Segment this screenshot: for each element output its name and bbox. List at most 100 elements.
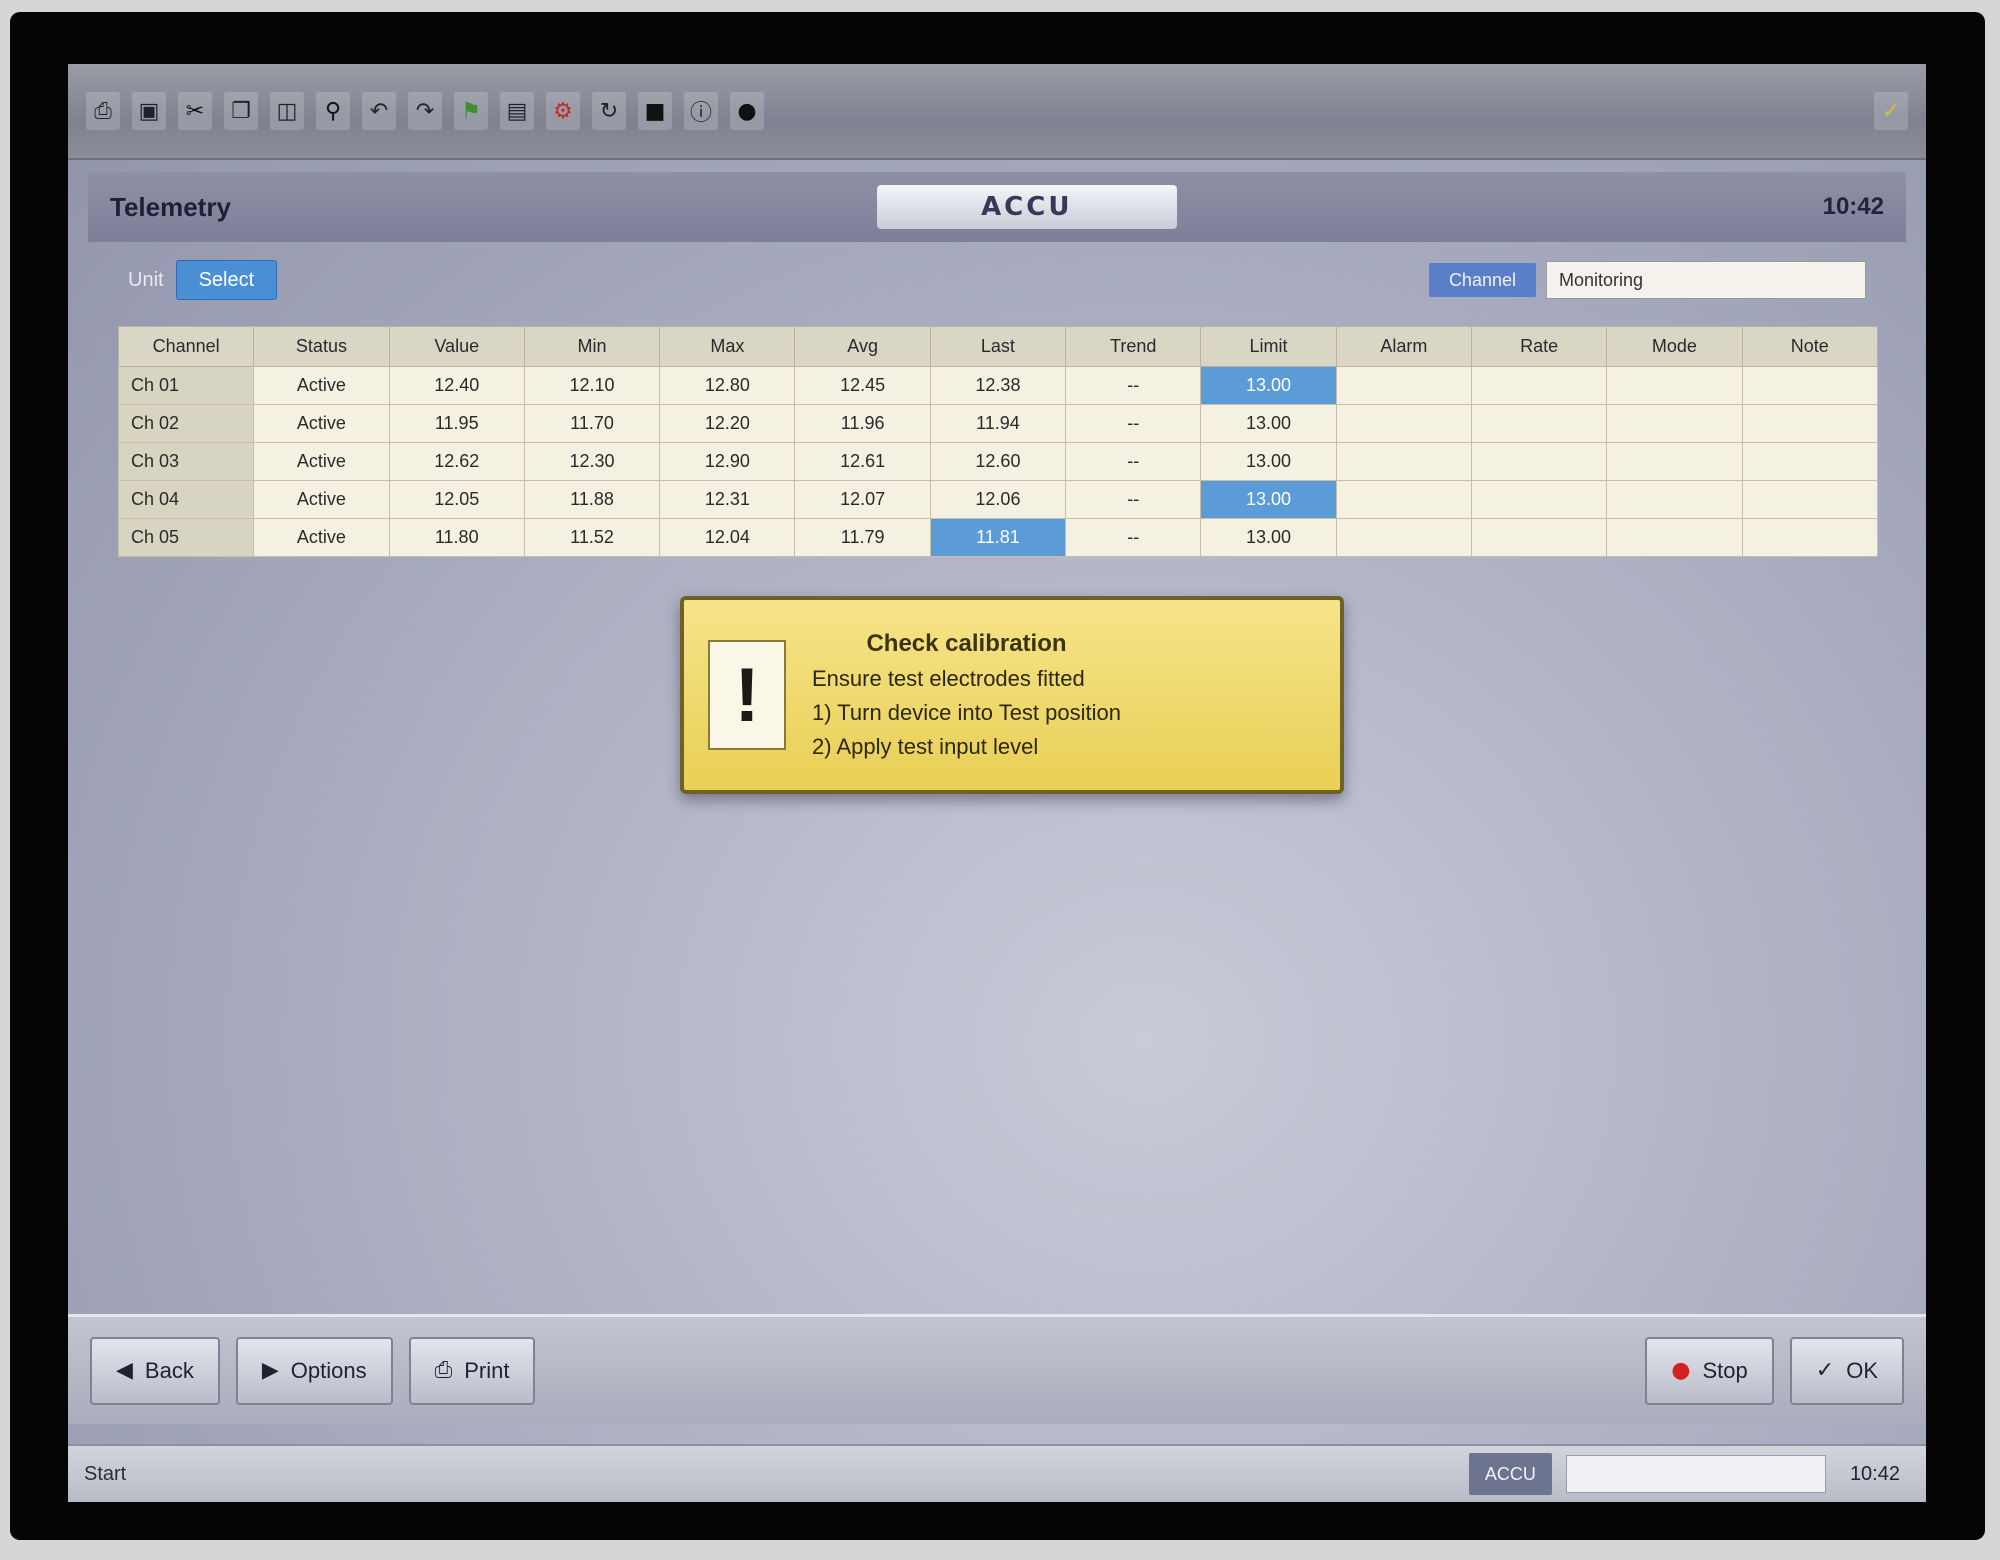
grid-cell[interactable]: Ch 02 [117,404,255,443]
grid-column-header[interactable]: Last [929,326,1067,367]
copy-icon[interactable]: ❐ [224,92,258,130]
undo-icon[interactable]: ↶ [362,92,396,130]
grid-cell[interactable] [1335,480,1472,519]
grid-cell[interactable]: Ch 03 [117,442,255,481]
redo-icon[interactable]: ↷ [408,92,442,130]
grid-cell[interactable] [1470,404,1608,443]
find-icon[interactable]: ⚲ [316,92,350,130]
grid-column-header[interactable]: Avg [794,326,931,367]
grid-cell[interactable]: 11.96 [794,404,931,443]
grid-cell[interactable] [1606,442,1743,481]
options-button[interactable]: ▶ Options [235,1336,393,1405]
grid-column-header[interactable]: Value [388,326,525,367]
grid-cell[interactable]: Ch 04 [117,480,255,519]
grid-cell[interactable]: 12.05 [388,480,525,519]
grid-cell[interactable] [1470,480,1608,519]
chart-icon[interactable]: ▤ [500,92,534,130]
grid-cell[interactable]: 12.20 [659,404,796,443]
help-icon[interactable]: ✓ [1874,92,1908,130]
grid-cell[interactable]: -- [1065,518,1202,557]
grid-cell[interactable]: Active [253,480,390,519]
grid-cell[interactable]: 12.90 [659,442,796,481]
grid-cell[interactable] [1470,518,1608,557]
grid-cell[interactable]: 12.40 [388,366,525,405]
grid-cell[interactable] [1606,404,1743,443]
info-icon[interactable]: ⓘ [684,92,718,130]
stop-icon[interactable]: ■ [638,92,672,130]
grid-cell[interactable] [1335,404,1472,443]
grid-cell[interactable] [1606,480,1743,519]
grid-cell[interactable]: -- [1065,442,1202,481]
unit-select-button[interactable]: Select [175,260,278,300]
grid-column-header[interactable]: Status [253,326,390,367]
grid-cell[interactable]: 12.06 [929,480,1067,519]
grid-column-header[interactable]: Trend [1065,326,1202,367]
grid-cell[interactable]: -- [1065,366,1202,405]
grid-column-header[interactable]: Rate [1470,326,1608,367]
grid-cell[interactable]: 12.30 [523,442,661,481]
cut-icon[interactable]: ✂ [178,92,212,130]
grid-cell[interactable]: 12.31 [659,480,796,519]
start-button[interactable]: Start [84,1463,126,1486]
grid-cell[interactable] [1470,442,1608,481]
grid-cell[interactable]: Ch 05 [117,518,255,557]
grid-cell[interactable]: 12.38 [929,366,1067,405]
grid-cell[interactable]: 11.80 [388,518,525,557]
grid-cell[interactable]: -- [1065,480,1202,519]
calibration-notice[interactable]: ! Check calibration Ensure test electrod… [680,596,1344,794]
grid-cell[interactable]: 13.00 [1200,442,1337,481]
grid-cell[interactable]: 11.94 [929,404,1067,443]
back-button[interactable]: ◀ Back [90,1336,220,1405]
grid-cell[interactable]: 13.00 [1200,404,1337,443]
print-button[interactable]: ⎙ Print [408,1336,536,1405]
grid-cell[interactable]: 12.60 [929,442,1067,481]
grid-cell[interactable] [1335,366,1472,405]
table-row[interactable]: Ch 01 Active 12.40 12.10 12.80 12.45 12.38 -- 13… [117,366,1879,405]
grid-cell[interactable]: 11.95 [388,404,525,443]
grid-cell[interactable]: 13.00 [1200,480,1337,519]
table-row[interactable]: Ch 03 Active 12.62 12.30 12.90 12.61 12.60 -- 13… [117,442,1879,481]
stop-button[interactable]: ● Stop [1645,1336,1774,1405]
grid-cell[interactable] [1335,518,1472,557]
grid-cell[interactable]: Active [253,366,390,405]
grid-cell[interactable]: 12.45 [794,366,931,405]
table-row[interactable]: Ch 04 Active 12.05 11.88 12.31 12.07 12.06 -- 13… [117,480,1879,519]
flag-icon[interactable]: ⚑ [454,92,488,130]
grid-cell[interactable]: Active [253,518,390,557]
grid-column-header[interactable]: Max [659,326,796,367]
grid-cell[interactable] [1741,366,1879,405]
table-row[interactable]: Ch 05 Active 11.80 11.52 12.04 11.79 11.81 -- 13… [117,518,1879,557]
grid-cell[interactable]: 12.62 [388,442,525,481]
grid-cell[interactable]: 11.52 [523,518,661,557]
taskbar-app-item[interactable]: ACCU [1468,1453,1552,1495]
grid-cell[interactable]: -- [1065,404,1202,443]
lock-icon[interactable]: ● [730,92,764,130]
grid-column-header[interactable]: Limit [1200,326,1337,367]
paste-icon[interactable]: ◫ [270,92,304,130]
table-row[interactable]: Ch 02 Active 11.95 11.70 12.20 11.96 11.94 -- 13… [117,404,1879,443]
settings-icon[interactable]: ⚙ [546,92,580,130]
grid-cell[interactable] [1741,404,1879,443]
grid-cell[interactable] [1741,518,1879,557]
grid-cell[interactable]: 11.79 [794,518,931,557]
taskbar-search-field[interactable] [1565,1455,1826,1493]
grid-cell[interactable] [1470,366,1608,405]
grid-cell[interactable]: 12.10 [523,366,661,405]
grid-cell[interactable] [1335,442,1472,481]
grid-cell[interactable]: 11.81 [929,518,1067,557]
refresh-icon[interactable]: ↻ [592,92,626,130]
grid-cell[interactable]: 11.70 [523,404,661,443]
grid-column-header[interactable]: Note [1741,326,1879,367]
grid-column-header[interactable]: Alarm [1335,326,1472,367]
filter-field[interactable]: Monitoring [1546,261,1866,299]
grid-cell[interactable] [1741,480,1879,519]
print-icon[interactable]: ⎙ [86,92,120,130]
save-icon[interactable]: ▣ [132,92,166,130]
grid-column-header[interactable]: Mode [1606,326,1743,367]
grid-cell[interactable] [1741,442,1879,481]
grid-cell[interactable]: 12.07 [794,480,931,519]
grid-cell[interactable]: 13.00 [1200,518,1337,557]
grid-column-header[interactable]: Channel [117,326,255,367]
grid-cell[interactable]: 11.88 [523,480,661,519]
grid-cell[interactable]: Active [253,442,390,481]
